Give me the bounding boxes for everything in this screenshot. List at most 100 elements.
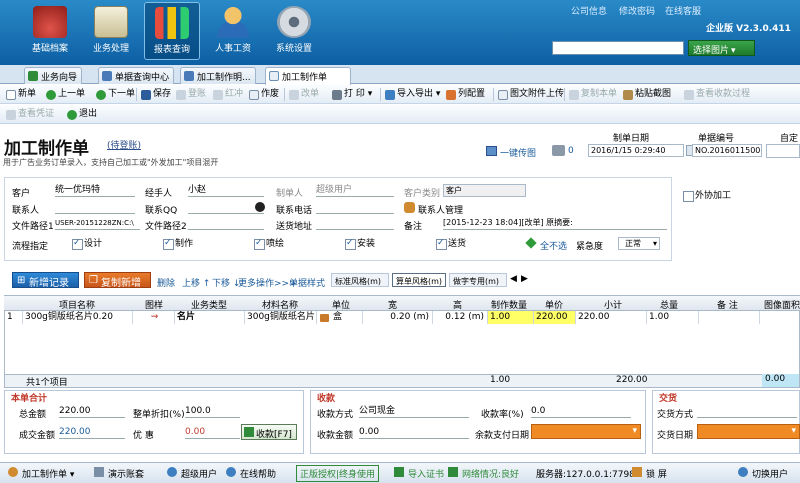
- col-height[interactable]: 高: [453, 298, 462, 311]
- col-width[interactable]: 宽: [388, 298, 397, 311]
- status-online-help[interactable]: 在线帮助: [226, 467, 276, 480]
- add-record-button[interactable]: ⊞ 新增记录: [12, 272, 79, 289]
- contact-manage-link[interactable]: 联系人管理: [418, 203, 463, 216]
- nav-business-process[interactable]: 业务处理: [83, 2, 139, 60]
- import-export-button[interactable]: 导入导出 ▾: [383, 87, 440, 102]
- cell-business-type[interactable]: 名片: [175, 311, 245, 324]
- tab-process-detail[interactable]: 加工制作明...: [180, 67, 256, 84]
- col-pattern[interactable]: 图样: [145, 298, 163, 311]
- view-voucher-button[interactable]: 查看凭证: [4, 107, 54, 122]
- more-actions-link[interactable]: 更多操作>>>: [238, 276, 297, 289]
- col-material-name[interactable]: 材料名称: [262, 298, 298, 311]
- col-business-type[interactable]: 业务类型: [191, 298, 227, 311]
- address-field[interactable]: [316, 217, 394, 230]
- col-total[interactable]: 总量: [660, 298, 678, 311]
- phone-field[interactable]: [316, 201, 394, 214]
- prev-button[interactable]: 上一单: [44, 87, 85, 102]
- cell-remark[interactable]: [699, 311, 760, 324]
- style-tab-lettering[interactable]: 做字专用(m): [449, 273, 507, 287]
- qq-penguin-icon[interactable]: [255, 202, 265, 212]
- paste-screenshot-button[interactable]: 粘贴截图: [621, 87, 671, 102]
- tab-scroll-right-icon[interactable]: ▶: [521, 274, 528, 284]
- col-image-area[interactable]: 图像面积: [764, 298, 800, 311]
- move-down-link[interactable]: 下移 ↓: [212, 276, 240, 289]
- save-button[interactable]: 保存: [139, 87, 171, 102]
- col-unit-price[interactable]: 单价: [545, 298, 563, 311]
- urgency-select[interactable]: 正常 ▾: [618, 237, 660, 250]
- col-unit[interactable]: 单位: [332, 298, 350, 311]
- path1-field[interactable]: USER-20151228ZN:C:\: [55, 217, 140, 230]
- link-change-password[interactable]: 修改密码: [619, 4, 655, 17]
- customer-type-field[interactable]: 客户: [443, 184, 526, 197]
- deal-field[interactable]: 220.00: [59, 426, 125, 439]
- custom-field[interactable]: [766, 144, 800, 158]
- nav-report-query[interactable]: 报表查询: [144, 2, 200, 60]
- col-remark[interactable]: 备 注: [717, 298, 738, 311]
- pattern-pencil-icon[interactable]: ⇝: [133, 311, 175, 324]
- switch-user-button[interactable]: 切换用户: [738, 467, 788, 480]
- flow-print-checkbox[interactable]: 喷绘: [254, 237, 284, 250]
- col-subtotal[interactable]: 小计: [604, 298, 622, 311]
- receipt-amount-field[interactable]: 0.00: [359, 426, 469, 439]
- upload-attachment-button[interactable]: 图文附件上传: [496, 87, 564, 102]
- attachment-count[interactable]: 0: [568, 146, 574, 156]
- image-path-input[interactable]: [552, 41, 684, 55]
- delete-link[interactable]: 删除: [157, 276, 175, 289]
- status-module[interactable]: 加工制作单 ▾: [8, 467, 74, 480]
- tab-process-order[interactable]: 加工制作单: [265, 67, 351, 85]
- collect-button[interactable]: 收款[F7]: [241, 424, 297, 440]
- delivery-date-picker[interactable]: ▾: [697, 424, 800, 439]
- red-reverse-button[interactable]: 红冲: [211, 87, 243, 102]
- lock-screen-button[interactable]: 锁 屏: [632, 467, 667, 480]
- printer-icon[interactable]: [552, 145, 565, 156]
- qq-field[interactable]: [188, 201, 264, 214]
- deselect-all-link[interactable]: 全不选: [540, 239, 567, 252]
- nav-system-settings[interactable]: 系统设置: [266, 2, 322, 60]
- flow-design-checkbox[interactable]: 设计: [72, 237, 102, 250]
- tab-scroll-left-icon[interactable]: ◀: [510, 274, 517, 284]
- col-item-name[interactable]: 项目名称: [59, 298, 95, 311]
- flow-deliver-checkbox[interactable]: 送货: [436, 237, 466, 250]
- cancel-doc-button[interactable]: 作废: [247, 87, 279, 102]
- cell-unit-price[interactable]: 220.00: [534, 311, 576, 324]
- print-button[interactable]: 打 印 ▾: [330, 87, 372, 102]
- nav-hr-salary[interactable]: 人事工资: [205, 2, 261, 60]
- doc-no-field[interactable]: NO.201601150002: [692, 144, 762, 157]
- flow-install-checkbox[interactable]: 安装: [345, 237, 375, 250]
- link-company-info[interactable]: 公司信息: [571, 4, 607, 17]
- cell-width[interactable]: 0.20 (m): [363, 311, 433, 324]
- column-config-button[interactable]: 列配置: [444, 87, 485, 102]
- copy-doc-button[interactable]: 复制本单: [567, 87, 617, 102]
- cell-total[interactable]: 1.00: [647, 311, 699, 324]
- next-button[interactable]: 下一单: [94, 87, 135, 102]
- style-tab-standard[interactable]: 标准风格(m): [331, 273, 389, 287]
- doc-style-link[interactable]: 单据样式: [289, 276, 325, 289]
- exit-button[interactable]: 退出: [65, 107, 97, 122]
- select-image-button[interactable]: 选择图片 ▾: [688, 40, 755, 56]
- cell-quantity[interactable]: 1.00: [488, 311, 534, 324]
- receipt-rate-field[interactable]: 0.0: [531, 405, 631, 418]
- cell-material-name[interactable]: 300g铜版纸名片: [245, 311, 317, 324]
- path2-field[interactable]: [188, 217, 264, 230]
- status-demo-account[interactable]: 演示账套: [94, 467, 144, 480]
- copy-add-button[interactable]: ❐ 复制新增: [84, 272, 151, 289]
- delivery-method-field[interactable]: [697, 405, 797, 418]
- balance-date-picker[interactable]: ▾: [531, 424, 641, 439]
- modify-button[interactable]: 改单: [287, 87, 319, 102]
- move-up-link[interactable]: 上移 ↑: [182, 276, 210, 289]
- discount-field[interactable]: 100.0: [185, 405, 240, 418]
- note-field[interactable]: [2015-12-23 18:04][改单] 原摘要:: [443, 217, 667, 230]
- one-click-upload-button[interactable]: 一键传图: [486, 146, 536, 159]
- flow-make-checkbox[interactable]: 制作: [163, 237, 193, 250]
- date-field[interactable]: 2016/1/15 0:29:40: [588, 144, 684, 157]
- nav-basic-archive[interactable]: 基础档案: [22, 2, 78, 60]
- tab-business-guide[interactable]: 业务向导: [24, 67, 83, 84]
- free-field[interactable]: 0.00: [185, 426, 240, 439]
- cell-height[interactable]: 0.12 (m): [433, 311, 488, 324]
- customer-field[interactable]: 统一优玛特: [55, 184, 135, 197]
- cell-image-area[interactable]: [760, 311, 800, 324]
- col-quantity[interactable]: 制作数量: [491, 298, 527, 311]
- receipt-method-field[interactable]: 公司现金: [359, 405, 469, 418]
- link-online-service[interactable]: 在线客服: [665, 4, 701, 17]
- cell-item-name[interactable]: 300g铜版纸名片0.20: [23, 311, 133, 324]
